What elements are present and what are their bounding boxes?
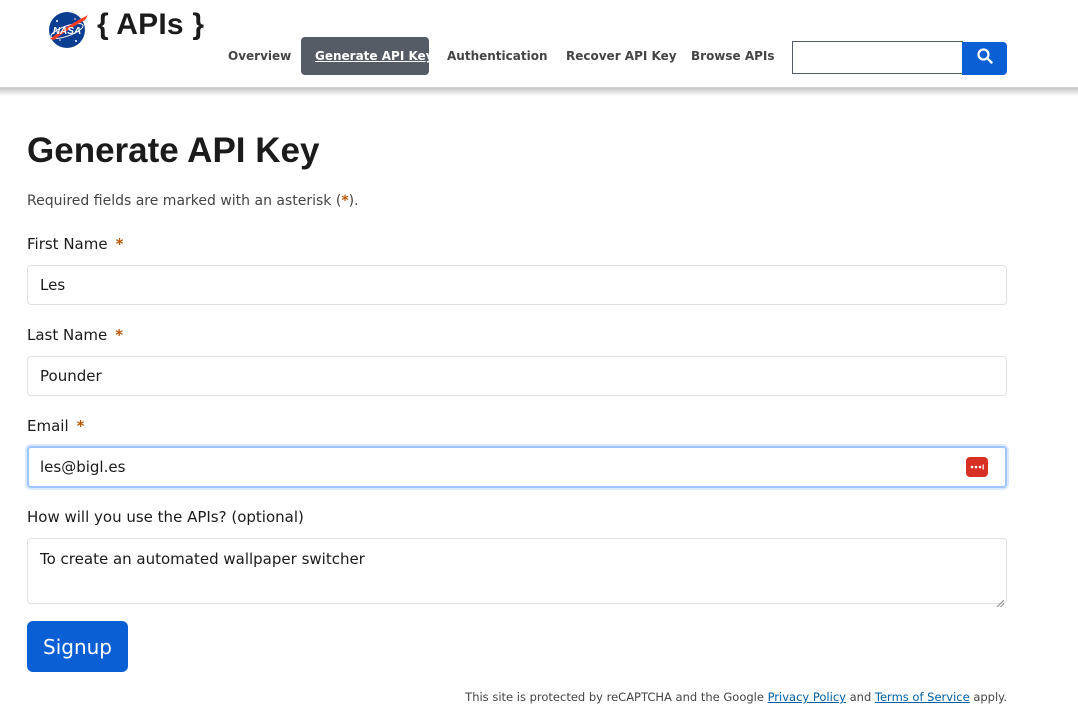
password-manager-icon[interactable]	[966, 457, 988, 477]
header-shadow	[0, 88, 1078, 96]
recaptcha-apply-text: apply.	[969, 690, 1007, 704]
usage-value: To create an automated wallpaper switche…	[40, 550, 365, 568]
first-name-label-text: First Name	[27, 235, 108, 253]
email-value: les@bigl.es	[40, 458, 126, 476]
usage-label: How will you use the APIs? (optional)	[27, 508, 304, 526]
required-asterisk: *	[115, 235, 124, 253]
last-name-label-text: Last Name	[27, 326, 108, 344]
terms-of-service-link[interactable]: Terms of Service	[875, 690, 970, 704]
recaptcha-text: This site is protected by reCAPTCHA and …	[465, 690, 768, 704]
resize-grip-icon[interactable]	[996, 593, 1005, 608]
nav-generate-api-key[interactable]: Generate API Key	[301, 37, 434, 75]
signup-button[interactable]: Signup	[27, 621, 128, 672]
email-label-text: Email	[27, 417, 69, 435]
site-title[interactable]: { APIs }	[97, 8, 204, 42]
recaptcha-notice: This site is protected by reCAPTCHA and …	[465, 690, 1007, 704]
site-header: NASA { APIs } Overview Generate API Key …	[0, 0, 1078, 88]
nav-browse-apis[interactable]: Browse APIs	[691, 37, 775, 75]
first-name-label: First Name *	[27, 235, 123, 253]
page-title: Generate API Key	[27, 131, 320, 170]
search-button[interactable]	[962, 42, 1007, 75]
first-name-value: Les	[40, 276, 66, 294]
search-icon	[976, 48, 993, 69]
last-name-value: Pounder	[40, 367, 102, 385]
required-note-close: ).	[348, 193, 359, 209]
required-fields-note: Required fields are marked with an aster…	[27, 193, 359, 209]
required-note-text: Required fields are marked with an aster…	[27, 193, 342, 209]
last-name-field[interactable]: Pounder	[27, 356, 1007, 396]
required-asterisk: *	[115, 326, 124, 344]
nav-authentication[interactable]: Authentication	[447, 37, 548, 75]
nasa-logo[interactable]: NASA	[48, 11, 90, 49]
svg-text:NASA: NASA	[53, 26, 81, 37]
last-name-label: Last Name *	[27, 326, 123, 344]
usage-textarea[interactable]: To create an automated wallpaper switche…	[27, 538, 1007, 608]
first-name-field[interactable]: Les	[27, 265, 1007, 305]
nav-recover-api-key[interactable]: Recover API Key	[566, 37, 677, 75]
recaptcha-and-text: and	[845, 690, 875, 704]
privacy-policy-link[interactable]: Privacy Policy	[768, 690, 846, 704]
required-note-asterisk: *	[341, 193, 349, 209]
email-label: Email *	[27, 417, 84, 435]
nav-overview[interactable]: Overview	[228, 37, 291, 75]
email-field[interactable]: les@bigl.es	[27, 446, 1007, 488]
required-asterisk: *	[76, 417, 85, 435]
search-input[interactable]	[792, 41, 963, 74]
